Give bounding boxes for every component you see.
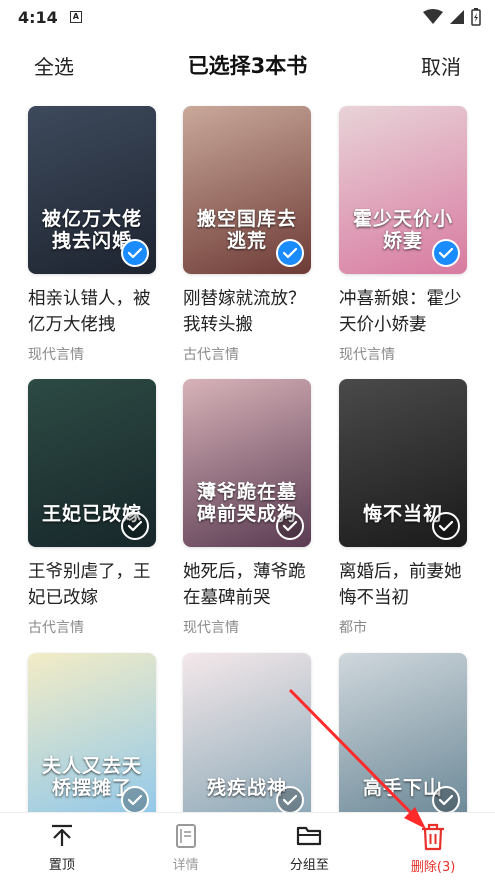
trash-icon [422,823,445,851]
book-item[interactable]: 王妃已改嫁王爷别虐了，王妃已改嫁古代言情 [28,379,158,637]
selection-checkbox[interactable] [432,786,460,814]
book-cover[interactable]: 搬空国库去逃荒 [183,106,311,274]
book-item[interactable]: 残疾战神 [183,653,313,821]
selection-checkbox[interactable] [276,239,304,267]
book-cover[interactable]: 霍少天价小娇妻 [339,106,467,274]
details-button[interactable]: 详情 [124,813,248,880]
book-item[interactable]: 被亿万大佬拽去闪婚相亲认错人，被亿万大佬拽现代言情 [28,106,158,364]
delete-button[interactable]: 删除(3) [371,813,495,880]
book-cover[interactable]: 残疾战神 [183,653,311,821]
details-label: 详情 [172,858,199,873]
pin-label: 置顶 [48,858,75,873]
page-title: 已选择3本书 [187,54,308,78]
book-title: 王爷别虐了，王妃已改嫁 [28,562,151,608]
check-icon [283,520,297,532]
book-cover[interactable]: 悔不当初 [339,379,467,547]
book-title: 刚替嫁就流放？我转头搬 [183,289,306,335]
status-bar: 4:14 A [0,0,495,34]
book-cover[interactable]: 薄爷跪在墓碑前哭成狗 [183,379,311,547]
book-item[interactable]: 霍少天价小娇妻冲喜新娘：霍少天价小娇妻现代言情 [339,106,469,364]
pin-button[interactable]: 置顶 [0,813,124,880]
selection-checkbox[interactable] [121,512,149,540]
book-category: 古代言情 [28,620,84,636]
book-category: 现代言情 [183,620,239,636]
selection-checkbox[interactable] [432,239,460,267]
group-to-button[interactable]: 分组至 [248,813,372,880]
book-cover[interactable]: 王妃已改嫁 [28,379,156,547]
selection-checkbox[interactable] [121,239,149,267]
check-icon [439,520,453,532]
book-title: 相亲认错人，被亿万大佬拽 [28,289,151,335]
selection-toolbar: 全选 已选择3本书 取消 [0,40,495,90]
book-title: 冲喜新娘：霍少天价小娇妻 [339,289,462,335]
document-icon [175,824,196,848]
book-item[interactable]: 搬空国库去逃荒刚替嫁就流放？我转头搬古代言情 [183,106,313,364]
check-icon [283,794,297,806]
upload-top-icon [51,824,72,846]
folder-icon [297,826,322,846]
book-category: 古代言情 [183,347,239,363]
book-cover[interactable]: 被亿万大佬拽去闪婚 [28,106,156,274]
group-to-label: 分组至 [289,858,329,873]
book-title: 离婚后，前妻她悔不当初 [339,562,462,608]
wifi-icon [423,9,443,24]
book-cover[interactable]: 夫人又去天桥摆摊了 [28,653,156,821]
book-category: 现代言情 [28,347,84,363]
status-icons [423,8,481,26]
status-time: 4:14 [18,7,58,27]
book-item[interactable]: 薄爷跪在墓碑前哭成狗她死后，薄爷跪在墓碑前哭现代言情 [183,379,313,637]
book-category: 现代言情 [339,347,395,363]
selection-checkbox[interactable] [276,512,304,540]
book-category: 都市 [339,620,367,636]
book-title: 她死后，薄爷跪在墓碑前哭 [183,562,306,608]
book-item[interactable]: 悔不当初离婚后，前妻她悔不当初都市 [339,379,469,637]
battery-icon [471,8,481,26]
bottom-action-bar: 置顶 详情 分组至 删除(3) [0,812,495,880]
book-item[interactable]: 高手下山 [339,653,469,821]
cancel-button[interactable]: 取消 [421,51,461,80]
select-all-button[interactable]: 全选 [34,51,74,80]
selection-checkbox[interactable] [432,512,460,540]
check-icon [439,247,453,259]
selection-checkbox[interactable] [121,786,149,814]
delete-label: 删除(3) [410,860,456,875]
check-icon [283,247,297,259]
a-notification-icon: A [69,11,82,23]
check-icon [439,794,453,806]
selection-checkbox[interactable] [276,786,304,814]
check-icon [128,247,142,259]
signal-icon [450,10,464,24]
check-icon [128,520,142,532]
book-cover[interactable]: 高手下山 [339,653,467,821]
book-item[interactable]: 夫人又去天桥摆摊了 [28,653,158,821]
check-icon [128,794,142,806]
